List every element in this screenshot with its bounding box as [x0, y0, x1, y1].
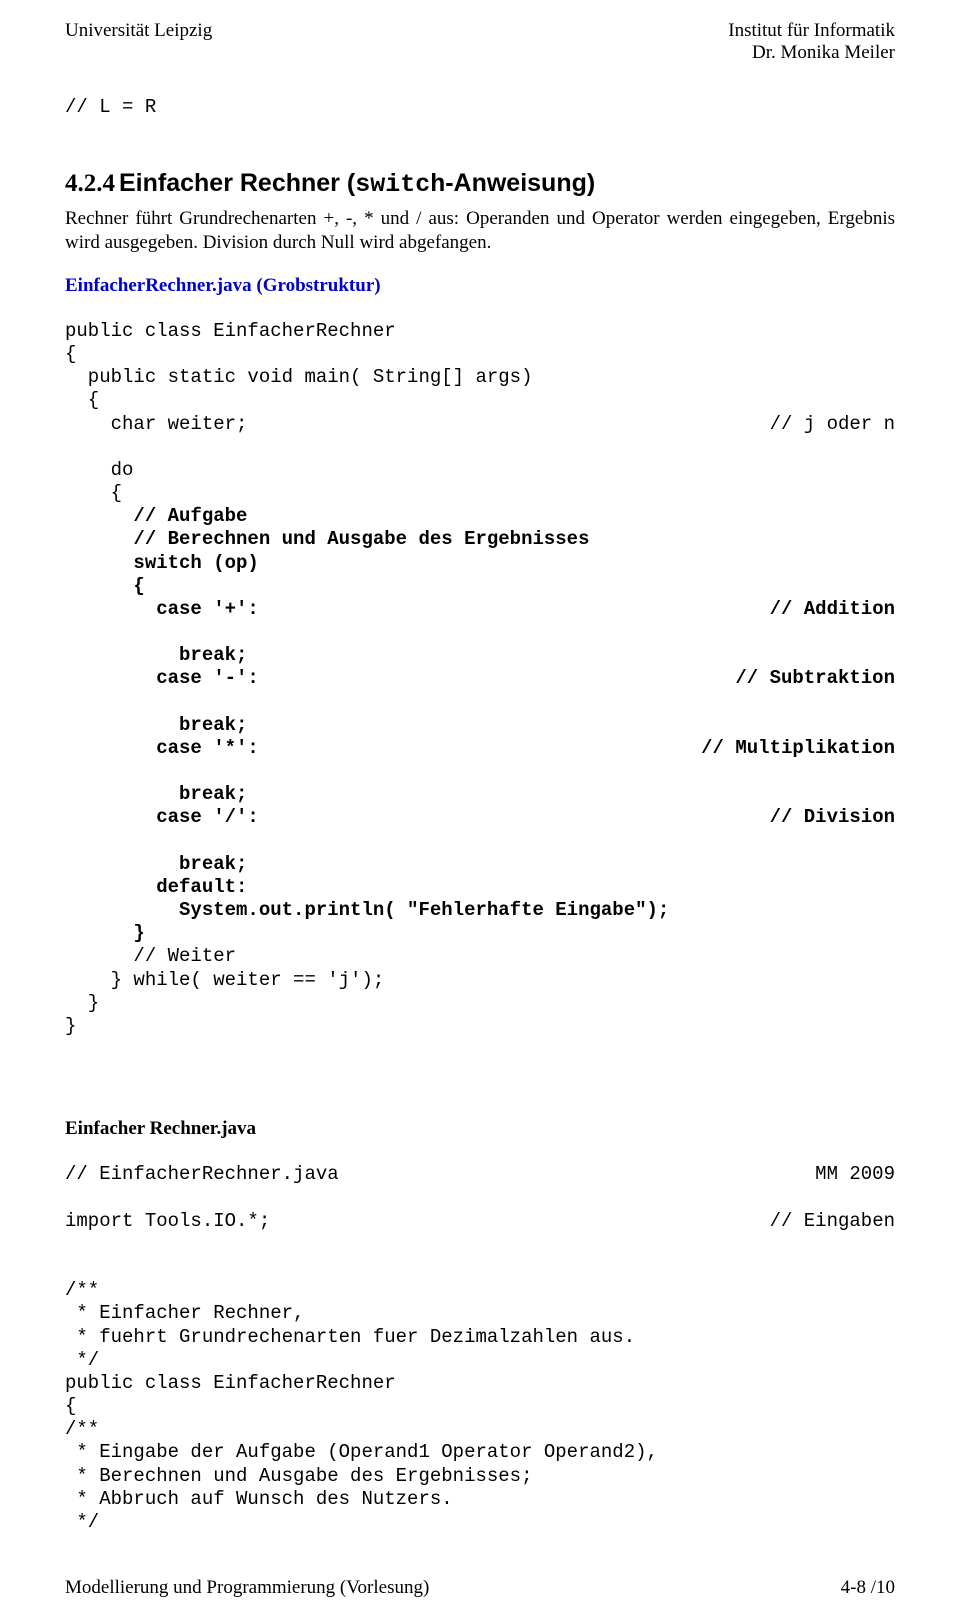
code-comment: // j oder n: [770, 413, 895, 436]
code-line: } while( weiter == 'j');: [65, 969, 384, 991]
code-block-grobstruktur: public class EinfacherRechner { public s…: [65, 297, 895, 1039]
header-institute: Institut für Informatik: [728, 20, 895, 42]
code-line: }: [65, 922, 145, 944]
section-number: 4.2.4: [65, 170, 115, 197]
code-line: * Berechnen und Ausgabe des Ergebnisses;: [65, 1465, 532, 1487]
code-comment: // Addition: [770, 598, 895, 620]
code-line: break;: [65, 714, 247, 736]
code-line: switch (op): [65, 552, 259, 574]
footer-left: Modellierung und Programmierung (Vorlesu…: [65, 1577, 429, 1599]
code-left: char weiter;: [65, 413, 247, 436]
code-comment: MM 2009: [815, 1163, 895, 1186]
code-line: case '/': // Division: [65, 806, 895, 829]
code-line: break;: [65, 644, 247, 666]
header-right: Institut für Informatik Dr. Monika Meile…: [728, 20, 895, 64]
code-line: /**: [65, 1418, 99, 1440]
code-left: case '*':: [65, 737, 259, 759]
section-title-prefix: Einfacher Rechner (: [119, 169, 355, 197]
code-line: case '-': // Subtraktion: [65, 667, 895, 690]
section-title-suffix: -Anweisung): [445, 169, 595, 197]
code-line: public class EinfacherRechner: [65, 320, 396, 342]
code-line: public class EinfacherRechner: [65, 1372, 396, 1394]
code-left: case '-':: [65, 667, 259, 689]
code-line: do: [65, 459, 133, 481]
code-line: // EinfacherRechner.java MM 2009: [65, 1163, 895, 1186]
code-line: case '*': // Multiplikation: [65, 737, 895, 760]
page-header: Universität Leipzig Institut für Informa…: [65, 20, 895, 64]
section-title: Einfacher Rechner (switch-Anweisung): [119, 169, 595, 197]
header-left: Universität Leipzig: [65, 20, 212, 64]
code-line: /**: [65, 1279, 99, 1301]
code-left: // EinfacherRechner.java: [65, 1163, 339, 1186]
code-line: public static void main( String[] args): [65, 366, 532, 388]
code-line: break;: [65, 783, 247, 805]
code-line: import Tools.IO.*; // Eingaben: [65, 1210, 895, 1233]
spacer: [65, 1038, 895, 1098]
code-line: }: [65, 992, 99, 1014]
code-line: {: [65, 575, 145, 597]
code-line: default:: [65, 876, 247, 898]
code-line: {: [65, 482, 122, 504]
code-line: }: [65, 1015, 76, 1037]
code-line: * Eingabe der Aufgabe (Operand1 Operator…: [65, 1441, 658, 1463]
page: Universität Leipzig Institut für Informa…: [0, 0, 960, 1624]
intro-paragraph: Rechner führt Grundrechenarten +, -, * u…: [65, 207, 895, 255]
code-line: case '+': // Addition: [65, 598, 895, 621]
code-line: */: [65, 1511, 99, 1533]
page-footer: Modellierung und Programmierung (Vorlesu…: [65, 1577, 895, 1599]
code-left: case '+':: [65, 598, 259, 620]
code-line: System.out.println( "Fehlerhafte Eingabe…: [65, 899, 669, 921]
code-comment: // Division: [770, 806, 895, 828]
section-heading: 4.2.4 Einfacher Rechner (switch-Anweisun…: [65, 169, 895, 199]
grobstruktur-heading: EinfacherRechner.java (Grobstruktur): [65, 275, 895, 297]
footer-right: 4-8 /10: [841, 1577, 895, 1599]
code-line: * fuehrt Grundrechenarten fuer Dezimalza…: [65, 1326, 635, 1348]
code-line: * Abbruch auf Wunsch des Nutzers.: [65, 1488, 453, 1510]
code-line: {: [65, 389, 99, 411]
code-left: case '/':: [65, 806, 259, 828]
java-file-heading: Einfacher Rechner.java: [65, 1118, 895, 1140]
code-line: char weiter; // j oder n: [65, 413, 895, 436]
code-line: // Aufgabe: [65, 505, 247, 527]
section-title-keyword: switch: [355, 170, 445, 199]
code-comment: // Eingaben: [770, 1210, 895, 1233]
code-line: */: [65, 1349, 99, 1371]
code-line: break;: [65, 853, 247, 875]
code-line: {: [65, 343, 76, 365]
code-line: * Einfacher Rechner,: [65, 1302, 304, 1324]
code-lr-comment: // L = R: [65, 96, 895, 119]
code-line: // Weiter: [65, 945, 236, 967]
code-line: {: [65, 1395, 76, 1417]
code-comment: // Subtraktion: [735, 667, 895, 689]
code-comment: // Multiplikation: [701, 737, 895, 759]
code-left: import Tools.IO.*;: [65, 1210, 270, 1233]
header-author: Dr. Monika Meiler: [728, 42, 895, 64]
code-block-java: // EinfacherRechner.java MM 2009 import T…: [65, 1140, 895, 1534]
code-line: // Berechnen und Ausgabe des Ergebnisses: [65, 528, 590, 550]
